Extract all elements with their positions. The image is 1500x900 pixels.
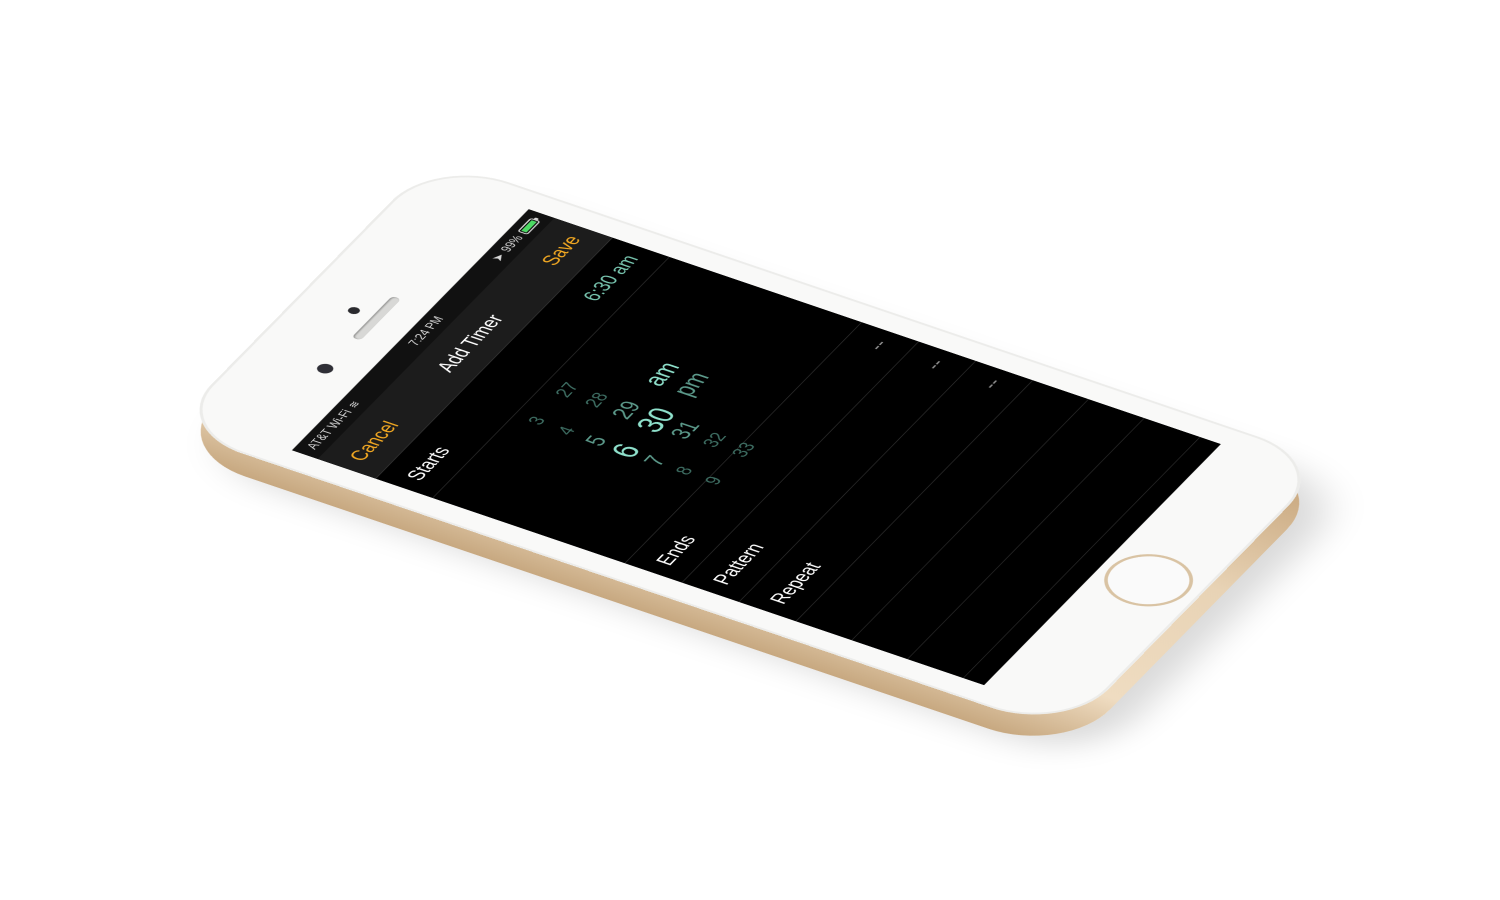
proximity-sensor — [345, 305, 363, 316]
ends-label: Ends — [650, 532, 701, 568]
front-camera — [314, 362, 337, 376]
screen: AT&T Wi-Fi ≋ 7:24 PM ➤ 99% Cancel Add Ti… — [291, 209, 1221, 686]
starts-label: Starts — [401, 443, 456, 484]
pattern-value: -- — [918, 356, 950, 373]
battery-icon — [517, 217, 541, 235]
wifi-icon: ≋ — [344, 399, 363, 410]
save-button[interactable]: Save — [535, 233, 586, 269]
location-icon: ➤ — [488, 251, 509, 264]
ends-value: -- — [861, 336, 893, 353]
cancel-button[interactable]: Cancel — [343, 418, 404, 464]
repeat-value: -- — [975, 375, 1007, 392]
earpiece-speaker — [351, 295, 402, 341]
